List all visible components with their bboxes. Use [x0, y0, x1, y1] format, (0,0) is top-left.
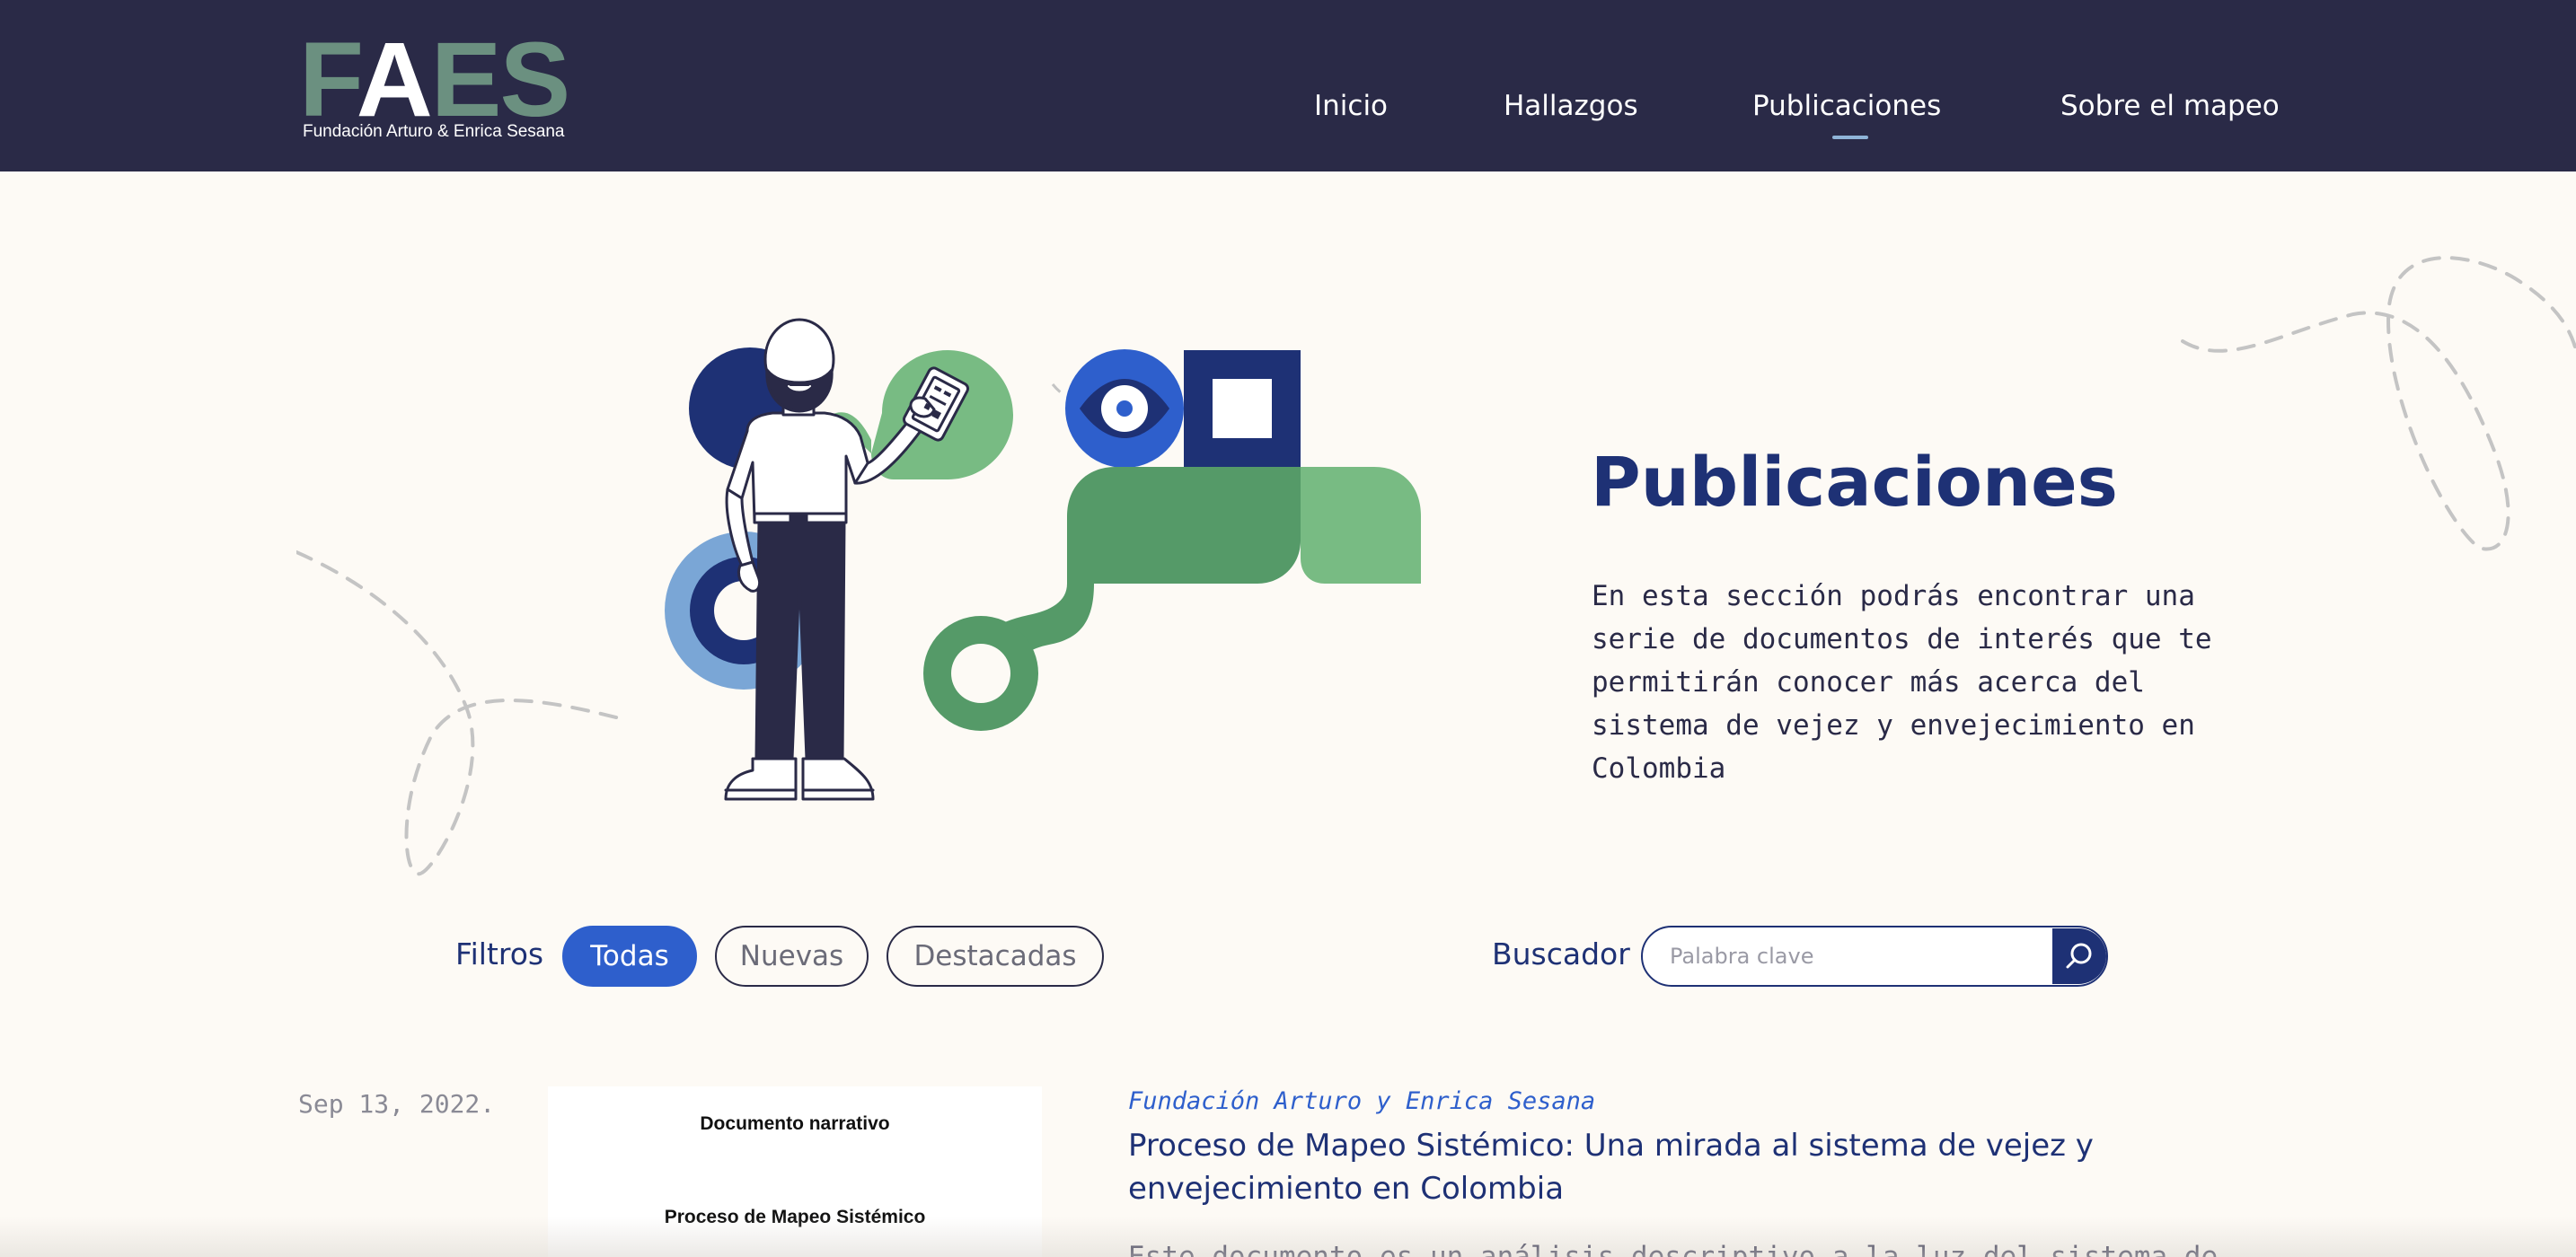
publication-date: Sep 13, 2022. — [298, 1089, 496, 1119]
hero-illustration — [665, 318, 1421, 801]
publication-title[interactable]: Proceso de Mapeo Sistémico: Una mirada a… — [1128, 1124, 2314, 1210]
thumbnail-heading: Documento narrativo — [700, 1113, 890, 1134]
nav-item-sobre-el-mapeo[interactable]: Sobre el mapeo — [2060, 90, 2280, 122]
nav-active-indicator — [1832, 136, 1868, 139]
logo-subtitle: Fundación Arturo & Enrica Sesana — [303, 122, 565, 141]
publication-excerpt: Este documento es un análisis descriptiv… — [1128, 1241, 2219, 1257]
logo-mark: FAES — [299, 21, 570, 139]
filters-label: Filtros — [455, 936, 544, 971]
thumbnail-subheading: Proceso de Mapeo Sistémico — [664, 1207, 926, 1227]
search-label: Buscador — [1492, 936, 1630, 971]
page-title: Publicaciones — [1591, 442, 2118, 522]
nav-item-inicio[interactable]: Inicio — [1314, 90, 1388, 122]
search-icon — [2066, 943, 2092, 969]
nav-item-hallazgos[interactable]: Hallazgos — [1504, 90, 1638, 122]
filter-destacadas-button[interactable]: Destacadas — [887, 926, 1104, 987]
publication-thumbnail[interactable]: Documento narrativo Proceso de Mapeo Sis… — [548, 1086, 1042, 1257]
search-input[interactable] — [1670, 927, 2047, 985]
faes-logo[interactable]: FAES Fundación Arturo & Enrica Sesana — [299, 27, 570, 148]
decorative-dashed-curve-left — [296, 550, 622, 876]
search-box — [1641, 926, 2108, 987]
filter-nuevas-button[interactable]: Nuevas — [715, 926, 869, 987]
filter-todas-button[interactable]: Todas — [562, 926, 697, 987]
publication-source: Fundación Arturo y Enrica Sesana — [1128, 1087, 1596, 1115]
site-header: FAES Fundación Arturo & Enrica Sesana In… — [0, 0, 2576, 171]
nav-item-publicaciones[interactable]: Publicaciones — [1752, 90, 1941, 122]
decorative-dashed-curve-right — [2181, 256, 2576, 551]
page-description: En esta sección podrás encontrar una ser… — [1592, 580, 2212, 785]
search-button[interactable] — [2052, 928, 2106, 984]
